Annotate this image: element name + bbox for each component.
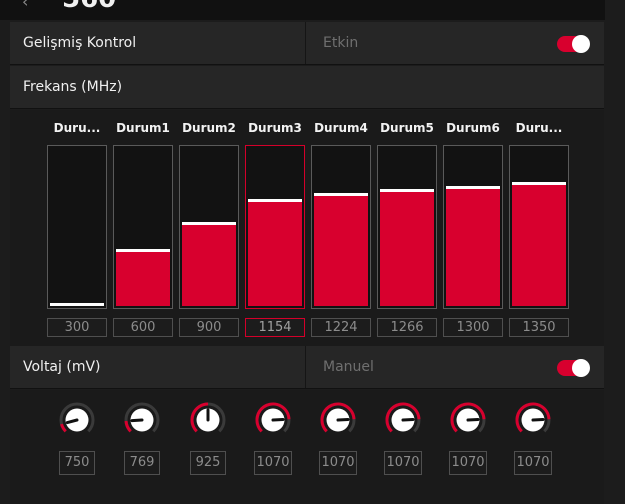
- frequency-value-field-7[interactable]: 1350: [509, 318, 569, 337]
- frequency-slider-3[interactable]: [245, 145, 305, 309]
- voltage-value-field-1[interactable]: 769: [124, 451, 160, 475]
- frequency-handle[interactable]: [446, 186, 500, 189]
- frequency-slider-1[interactable]: [113, 145, 173, 309]
- voltage-value-field-5[interactable]: 1070: [384, 451, 422, 475]
- advanced-control-cell: Gelişmiş Kontrol: [10, 22, 306, 64]
- back-icon[interactable]: ‹: [22, 0, 28, 11]
- frequency-row: Frekans (MHz): [10, 66, 604, 109]
- voltage-value-field-4[interactable]: 1070: [319, 451, 357, 475]
- voltage-value-field-0[interactable]: 750: [59, 451, 95, 475]
- frequency-slider-6[interactable]: [443, 145, 503, 309]
- knob-level-arc: [60, 423, 67, 433]
- frequency-fill: [248, 202, 302, 306]
- frequency-value-field-1[interactable]: 600: [113, 318, 173, 337]
- page-title: 560: [62, 0, 116, 14]
- voltage-value-field-2[interactable]: 925: [190, 451, 226, 475]
- voltage-knob-3[interactable]: [255, 402, 291, 438]
- frequency-handle[interactable]: [512, 182, 566, 185]
- frequency-handle[interactable]: [182, 222, 236, 225]
- frequency-value-field-6[interactable]: 1300: [443, 318, 503, 337]
- frequency-slider-4[interactable]: [311, 145, 371, 309]
- state-name-1: Durum1: [116, 121, 170, 135]
- state-name-0: Duru...: [53, 121, 101, 135]
- advanced-control-status: Etkin: [323, 35, 359, 51]
- voltage-knob-2[interactable]: [190, 402, 226, 438]
- voltage-value-field-6[interactable]: 1070: [449, 451, 487, 475]
- state-name-7: Duru...: [515, 121, 563, 135]
- frequency-fill: [380, 192, 434, 306]
- frequency-label: Frekans (MHz): [23, 79, 123, 95]
- advanced-control-toggle[interactable]: [557, 35, 590, 53]
- voltage-value-field-7[interactable]: 1070: [514, 451, 552, 475]
- knob-pointer: [466, 417, 480, 422]
- voltage-knob-4[interactable]: [320, 402, 356, 438]
- knob-level-arc: [124, 420, 132, 433]
- state-name-6: Durum6: [446, 121, 500, 135]
- frequency-value-field-4[interactable]: 1224: [311, 318, 371, 337]
- state-name-4: Durum4: [314, 121, 368, 135]
- knob-pointer: [271, 417, 285, 422]
- frequency-handle[interactable]: [248, 199, 302, 202]
- voltage-value-field-3[interactable]: 1070: [254, 451, 292, 475]
- frequency-slider-5[interactable]: [377, 145, 437, 309]
- state-name-2: Durum2: [182, 121, 236, 135]
- advanced-control-row: Gelişmiş Kontrol Etkin: [10, 22, 604, 65]
- knob-pointer: [336, 417, 350, 422]
- frequency-slider-2[interactable]: [179, 145, 239, 309]
- voltage-mode-status: Manuel: [323, 359, 374, 375]
- frequency-fill: [182, 225, 236, 306]
- voltage-knob-0[interactable]: [59, 402, 95, 438]
- frequency-fill: [512, 185, 566, 306]
- voltage-mode-toggle[interactable]: [557, 359, 590, 377]
- frequency-handle[interactable]: [314, 193, 368, 196]
- voltage-knob-6[interactable]: [450, 402, 486, 438]
- frequency-value-field-0[interactable]: 300: [47, 318, 107, 337]
- voltage-knob-1[interactable]: [124, 402, 160, 438]
- title-bar: ‹ 560: [0, 0, 605, 20]
- voltage-row: Voltaj (mV) Manuel: [10, 346, 604, 389]
- state-name-3: Durum3: [248, 121, 302, 135]
- frequency-fill: [116, 252, 170, 306]
- advanced-control-label: Gelişmiş Kontrol: [23, 35, 137, 51]
- voltage-cell: Voltaj (mV): [10, 346, 306, 388]
- frequency-slider-0[interactable]: [47, 145, 107, 309]
- state-name-5: Durum5: [380, 121, 434, 135]
- voltage-knob-5[interactable]: [385, 402, 421, 438]
- frequency-slider-7[interactable]: [509, 145, 569, 309]
- frequency-handle[interactable]: [380, 189, 434, 192]
- frequency-handle[interactable]: [116, 249, 170, 252]
- frequency-fill: [446, 189, 500, 306]
- toggle-knob: [572, 359, 590, 377]
- voltage-label: Voltaj (mV): [23, 359, 101, 375]
- frequency-value-field-5[interactable]: 1266: [377, 318, 437, 337]
- knob-pointer: [401, 417, 415, 422]
- frequency-fill: [314, 196, 368, 306]
- knob-pointer: [531, 417, 545, 422]
- voltage-knob-7[interactable]: [515, 402, 551, 438]
- frequency-handle[interactable]: [50, 303, 104, 306]
- toggle-knob: [572, 35, 590, 53]
- knob-pointer: [130, 418, 144, 423]
- frequency-value-field-2[interactable]: 900: [179, 318, 239, 337]
- frequency-value-field-3[interactable]: 1154: [245, 318, 305, 337]
